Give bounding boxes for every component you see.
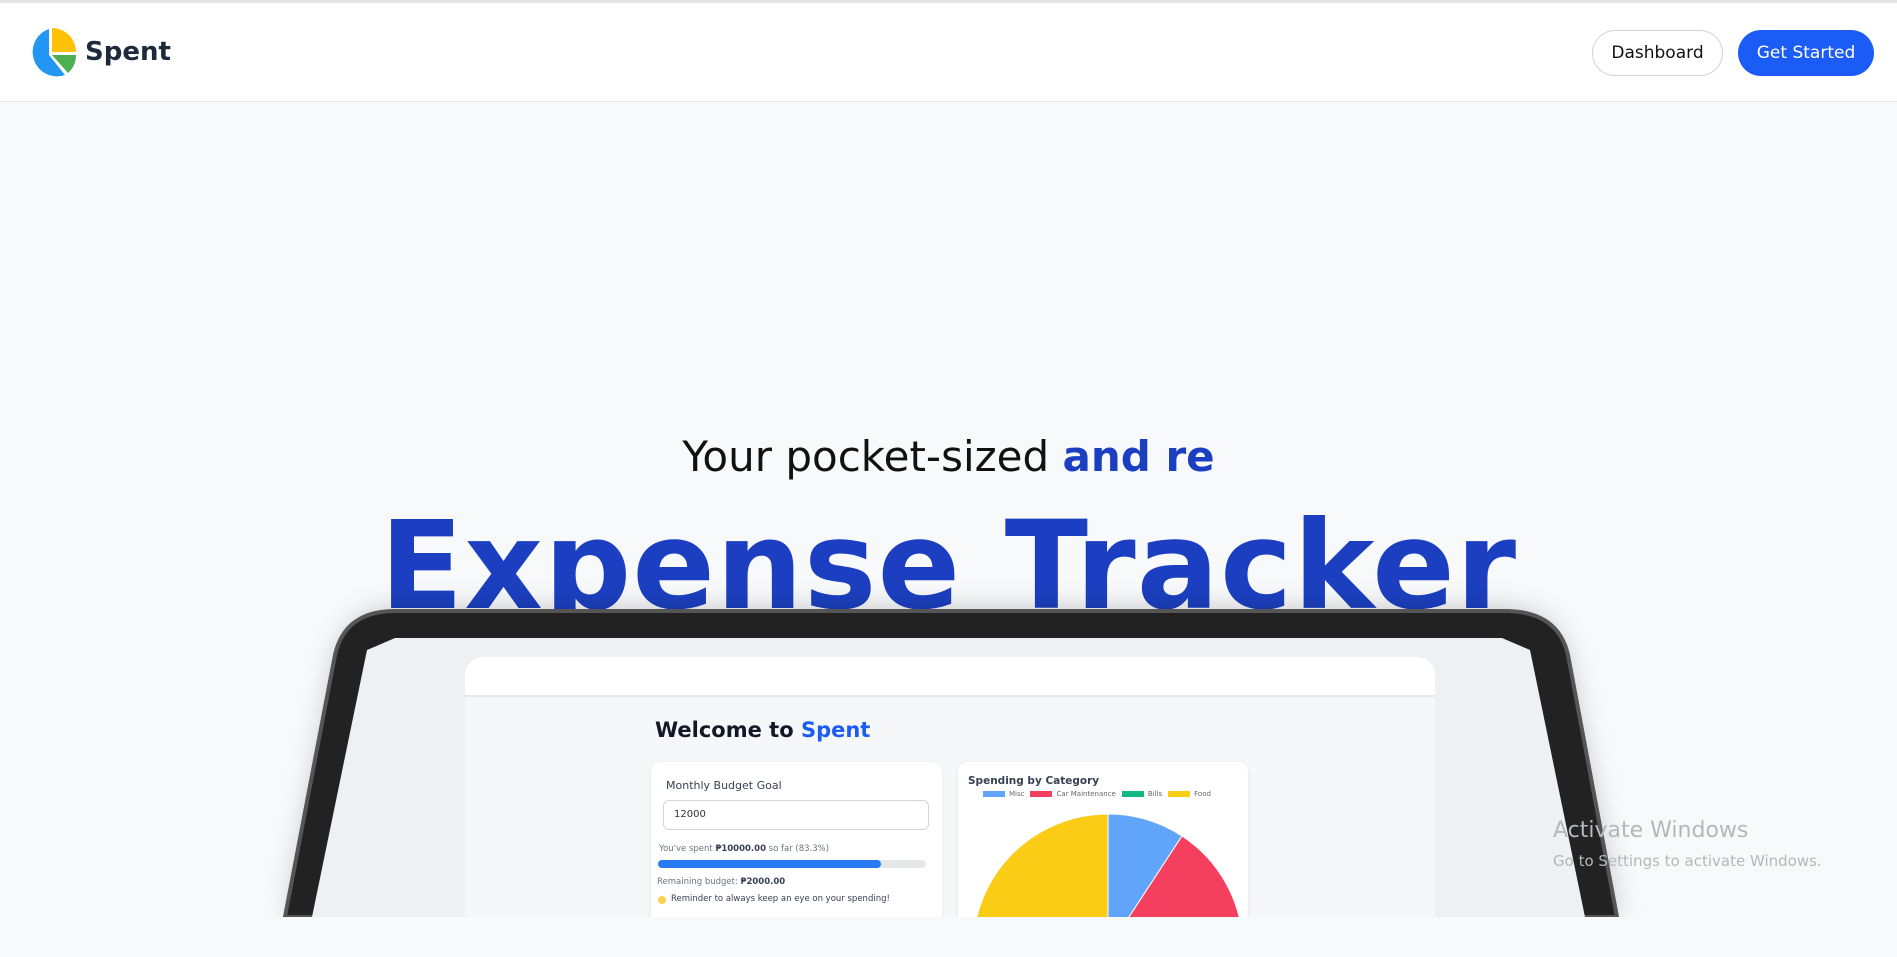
navbar: Spent Dashboard Get Started [0, 3, 1897, 102]
spending-chart-card: Spending by Category Misc Car Maintenance… [958, 762, 1248, 917]
get-started-button[interactable]: Get Started [1738, 30, 1874, 76]
tagline-highlight: and re [1062, 432, 1215, 481]
spent-text: You've spent ₱10000.00 so far (83.3%) [659, 844, 829, 854]
reminder-dot-icon [658, 896, 666, 904]
preview-page [465, 657, 1435, 917]
hero-title: Expense Tracker [379, 495, 1518, 637]
budget-card: Monthly Budget Goal 12000 You've spent ₱… [651, 762, 942, 917]
remaining-amount: ₱2000.00 [740, 877, 786, 887]
welcome-prefix: Welcome to [655, 718, 801, 742]
activate-windows-subtitle: Go to Settings to activate Windows. [1553, 852, 1822, 870]
spent-prefix: You've spent [659, 844, 716, 854]
tagline-plain: Your pocket-sized [682, 432, 1063, 481]
preview-welcome: Welcome to Spent [655, 718, 870, 742]
pie-slice-food [972, 813, 1109, 917]
reminder-text: Reminder to always keep an eye on your s… [671, 894, 890, 904]
spent-suffix: so far (83.3%) [765, 844, 830, 854]
remaining-label: Remaining budget: [657, 877, 741, 887]
welcome-brand: Spent [800, 718, 871, 742]
pie-chart [972, 813, 1244, 917]
dashboard-button[interactable]: Dashboard [1592, 30, 1723, 76]
activate-windows-title: Activate Windows [1553, 818, 1749, 843]
budget-progress-bar [658, 860, 926, 868]
budget-progress-fill [658, 860, 882, 868]
preview-header [465, 657, 1435, 697]
pie-logo-icon [32, 28, 77, 77]
brand-name[interactable]: Spent [85, 37, 171, 67]
remaining-text: Remaining budget: ₱2000.00 [657, 877, 785, 887]
budget-title: Monthly Budget Goal [666, 779, 782, 792]
spent-amount: ₱10000.00 [715, 844, 766, 854]
hero-tagline: Your pocket-sized and re [0, 432, 1897, 481]
budget-input[interactable]: 12000 [663, 800, 929, 830]
